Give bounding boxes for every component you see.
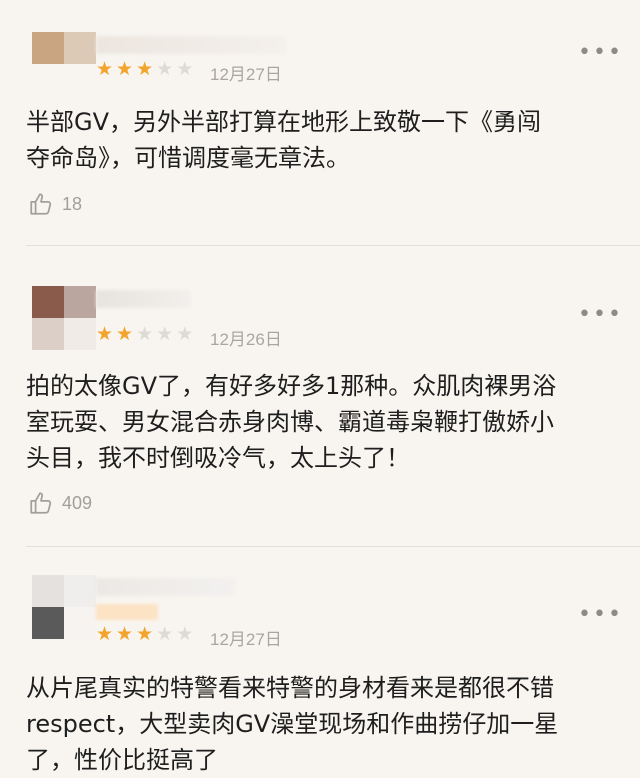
review-text: 拍的太像GV了，有好多好多1那种。众肌肉裸男浴 室玩耍、男女混合赤身肉博、霸道毒…: [26, 372, 557, 472]
rating-stars: ★ ★ ★ ★ ★: [96, 624, 193, 644]
avatar[interactable]: [32, 286, 96, 350]
username-blurred: [96, 604, 158, 620]
star-filled-icon: ★: [96, 58, 114, 80]
star-empty-icon: ★: [176, 58, 194, 80]
thumbs-up-icon: [28, 490, 54, 516]
review-date: 12月27日: [210, 65, 282, 84]
star-empty-icon: ★: [136, 323, 154, 345]
divider: [26, 546, 640, 547]
divider: [26, 245, 640, 246]
avatar[interactable]: [32, 32, 96, 64]
like-button[interactable]: 409: [28, 490, 92, 516]
username-blurred: [96, 578, 236, 596]
star-empty-icon: ★: [176, 323, 194, 345]
review-date: 12月26日: [210, 330, 282, 349]
star-filled-icon: ★: [136, 58, 154, 80]
more-options-icon[interactable]: •••: [578, 304, 623, 326]
star-empty-icon: ★: [156, 323, 174, 345]
like-count: 409: [62, 492, 93, 513]
review-date: 12月27日: [210, 630, 282, 649]
star-filled-icon: ★: [116, 623, 134, 645]
more-options-icon[interactable]: •••: [578, 604, 623, 626]
rating-stars: ★ ★ ★ ★ ★: [96, 59, 193, 79]
star-empty-icon: ★: [176, 623, 194, 645]
username-blurred: [96, 290, 191, 308]
username-blurred: [96, 36, 286, 54]
star-filled-icon: ★: [96, 323, 114, 345]
star-empty-icon: ★: [156, 58, 174, 80]
like-count: 18: [62, 193, 83, 214]
rating-stars: ★ ★ ★ ★ ★: [96, 324, 193, 344]
review-text: 半部GV，另外半部打算在地形上致敬一下《勇闯 夺命岛》，可惜调度毫无章法。: [26, 108, 542, 172]
star-filled-icon: ★: [116, 323, 134, 345]
review-text: 从片尾真实的特警看来特警的身材看来是都很不错 respect，大型卖肉GV澡堂现…: [26, 674, 559, 774]
star-empty-icon: ★: [156, 623, 174, 645]
thumbs-up-icon: [28, 191, 54, 217]
star-filled-icon: ★: [96, 623, 114, 645]
like-button[interactable]: 18: [28, 191, 82, 217]
star-filled-icon: ★: [136, 623, 154, 645]
more-options-icon[interactable]: •••: [578, 42, 623, 64]
avatar[interactable]: [32, 575, 96, 639]
star-filled-icon: ★: [116, 58, 134, 80]
